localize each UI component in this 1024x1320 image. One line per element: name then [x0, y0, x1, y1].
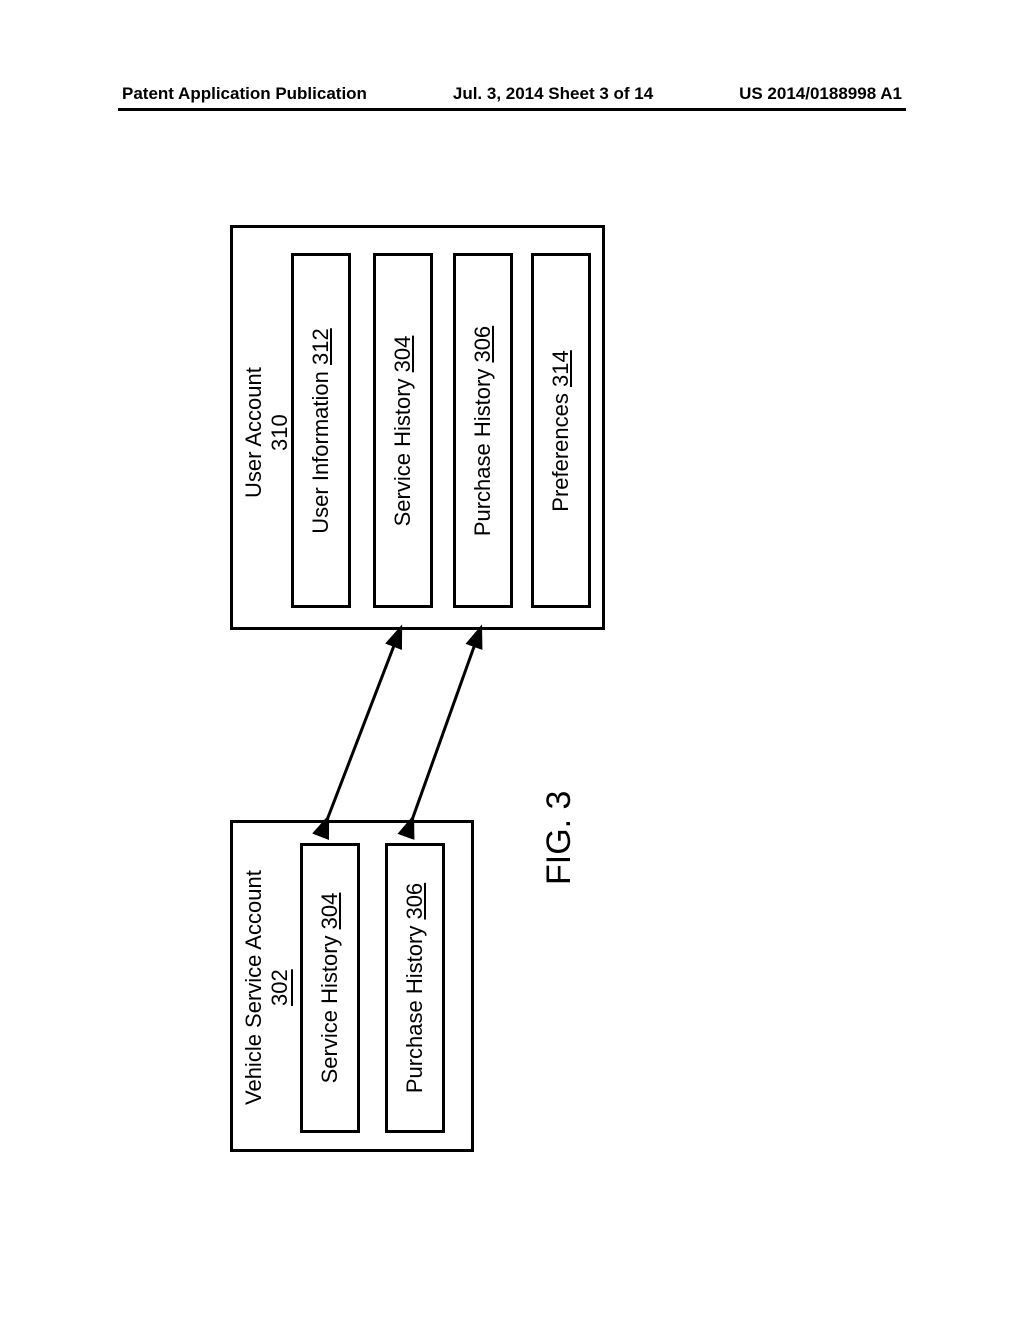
preferences-box: Preferences 314 — [531, 253, 591, 608]
user-information-box: User Information 312 — [291, 253, 351, 608]
vsa-title-ref: 302 — [267, 970, 292, 1007]
vsa-service-history-box: Service History 304 — [300, 843, 360, 1133]
ua-service-history-box: Service History 304 — [373, 253, 433, 608]
user-account-title: User Account 310 — [241, 268, 293, 598]
vehicle-service-account-container: Vehicle Service Account 302 Service Hist… — [230, 820, 474, 1152]
vsa-purchase-history-text: Purchase History — [402, 926, 427, 1094]
user-account-title-text: User Account — [241, 368, 266, 499]
page-root: Patent Application Publication Jul. 3, 2… — [0, 0, 1024, 1320]
user-account-title-ref: 310 — [267, 415, 292, 452]
header-rule — [118, 108, 906, 111]
ua-service-history-ref: 304 — [390, 335, 415, 372]
user-information-ref: 312 — [308, 328, 333, 365]
figure-caption: FIG. 3 — [540, 791, 579, 885]
ua-purchase-history-text: Purchase History — [470, 368, 495, 536]
vehicle-service-account-title: Vehicle Service Account 302 — [241, 843, 293, 1133]
user-account-container: User Account 310 User Information 312 Se… — [230, 225, 605, 630]
vsa-purchase-history-box: Purchase History 306 — [385, 843, 445, 1133]
vsa-service-history-text: Service History — [317, 935, 342, 1083]
user-information-text: User Information — [308, 371, 333, 534]
vsa-title-text: Vehicle Service Account — [241, 871, 266, 1106]
ua-service-history-text: Service History — [390, 378, 415, 526]
header-left: Patent Application Publication — [122, 84, 367, 104]
preferences-text: Preferences — [548, 393, 573, 512]
link-service-history-icon — [327, 630, 400, 820]
link-purchase-history-icon — [412, 630, 480, 820]
ua-purchase-history-ref: 306 — [470, 325, 495, 362]
vsa-purchase-history-ref: 306 — [402, 883, 427, 920]
ua-purchase-history-box: Purchase History 306 — [453, 253, 513, 608]
preferences-ref: 314 — [548, 350, 573, 387]
header-center: Jul. 3, 2014 Sheet 3 of 14 — [453, 84, 653, 104]
page-header: Patent Application Publication Jul. 3, 2… — [122, 84, 902, 104]
diagram-area: User Account 310 User Information 312 Se… — [230, 225, 790, 1155]
vsa-service-history-ref: 304 — [317, 893, 342, 930]
header-right: US 2014/0188998 A1 — [739, 84, 902, 104]
